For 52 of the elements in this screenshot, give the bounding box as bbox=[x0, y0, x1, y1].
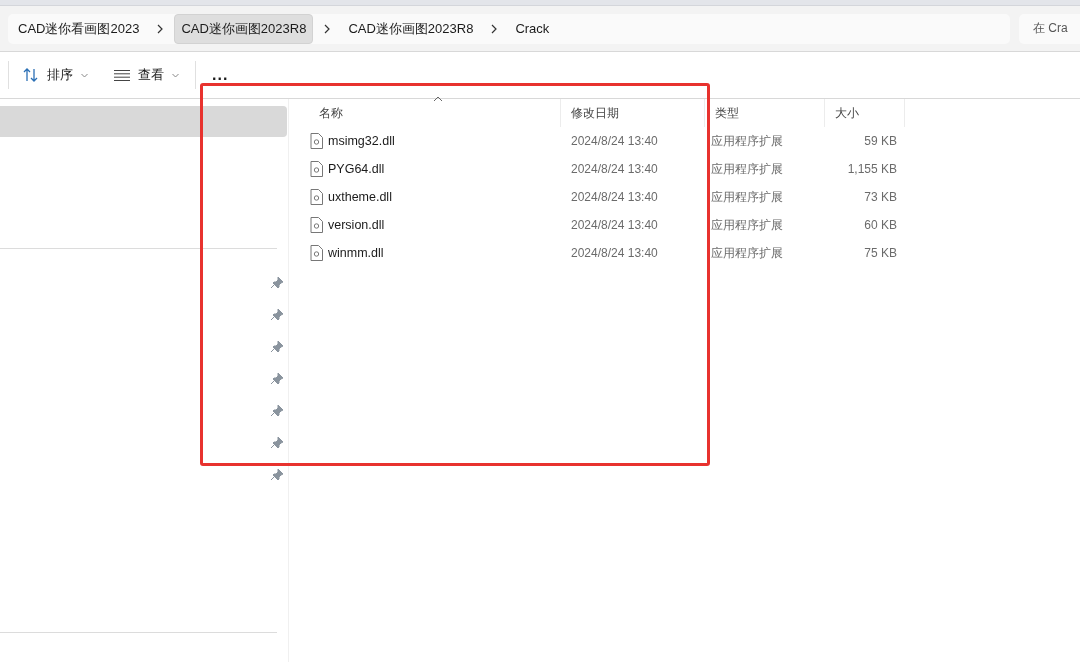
file-type: 应用程序扩展 bbox=[710, 244, 784, 262]
dropdown-caret-icon bbox=[81, 72, 88, 78]
file-type: 应用程序扩展 bbox=[710, 216, 784, 234]
file-icon bbox=[310, 245, 323, 261]
modified-date: 2024/8/24 13:40 bbox=[570, 190, 659, 204]
file-size: 1,155 KB bbox=[846, 162, 898, 176]
pin-icon[interactable] bbox=[271, 309, 283, 321]
chevron-icon bbox=[156, 23, 165, 34]
search-field[interactable]: 在 Cra bbox=[1019, 13, 1080, 44]
pin-icon[interactable] bbox=[271, 373, 283, 385]
file-name[interactable]: winmm.dll bbox=[328, 246, 384, 260]
pin-icon[interactable] bbox=[271, 437, 283, 449]
file-icon bbox=[310, 217, 323, 233]
modified-date: 2024/8/24 13:40 bbox=[570, 246, 659, 260]
breadcrumb[interactable]: Crack bbox=[508, 15, 557, 42]
breadcrumb[interactable]: CAD迷你画图2023R8 bbox=[341, 13, 481, 44]
pin-icon[interactable] bbox=[271, 341, 283, 353]
file-name[interactable]: version.dll bbox=[328, 218, 385, 232]
column-header[interactable]: 名称 bbox=[309, 99, 561, 127]
breadcrumb[interactable]: CAD迷你画图2023R8 bbox=[174, 13, 314, 44]
view-button[interactable]: 查看 bbox=[104, 59, 195, 91]
breadcrumb[interactable]: CAD迷你看画图2023 bbox=[11, 13, 147, 44]
file-size: 59 KB bbox=[863, 134, 898, 148]
list-icon bbox=[114, 69, 130, 81]
chevron-icon bbox=[323, 23, 332, 34]
pin-icon[interactable] bbox=[271, 277, 283, 289]
chevron-icon bbox=[490, 23, 499, 34]
pin-icon[interactable] bbox=[271, 405, 283, 417]
file-type: 应用程序扩展 bbox=[710, 188, 784, 206]
file-icon bbox=[310, 161, 323, 177]
file-size: 75 KB bbox=[863, 246, 898, 260]
file-icon bbox=[310, 189, 323, 205]
file-type: 应用程序扩展 bbox=[710, 132, 784, 150]
pin-icon[interactable] bbox=[271, 469, 283, 481]
dropdown-caret-icon bbox=[172, 72, 179, 78]
file-name[interactable]: PYG64.dll bbox=[328, 162, 385, 176]
more-button[interactable]: ... bbox=[208, 59, 233, 91]
address-bar[interactable]: CAD迷你看画图2023 CAD迷你画图2023R8 CAD迷你画图2023R8 Crack bbox=[8, 13, 1010, 44]
column-header[interactable]: 大小 bbox=[825, 99, 905, 127]
modified-date: 2024/8/24 13:40 bbox=[570, 134, 659, 148]
file-name[interactable]: uxtheme.dll bbox=[328, 190, 392, 204]
file-size: 60 KB bbox=[863, 218, 898, 232]
column-header[interactable]: 修改日期 bbox=[561, 99, 705, 127]
file-icon bbox=[310, 133, 323, 149]
sort-icon bbox=[23, 68, 39, 82]
column-header[interactable]: 类型 bbox=[705, 99, 825, 127]
modified-date: 2024/8/24 13:40 bbox=[570, 162, 659, 176]
sort-button[interactable]: 排序 bbox=[9, 59, 104, 91]
file-type: 应用程序扩展 bbox=[710, 160, 784, 178]
file-name[interactable]: msimg32.dll bbox=[328, 134, 395, 148]
modified-date: 2024/8/24 13:40 bbox=[570, 218, 659, 232]
file-size: 73 KB bbox=[863, 190, 898, 204]
